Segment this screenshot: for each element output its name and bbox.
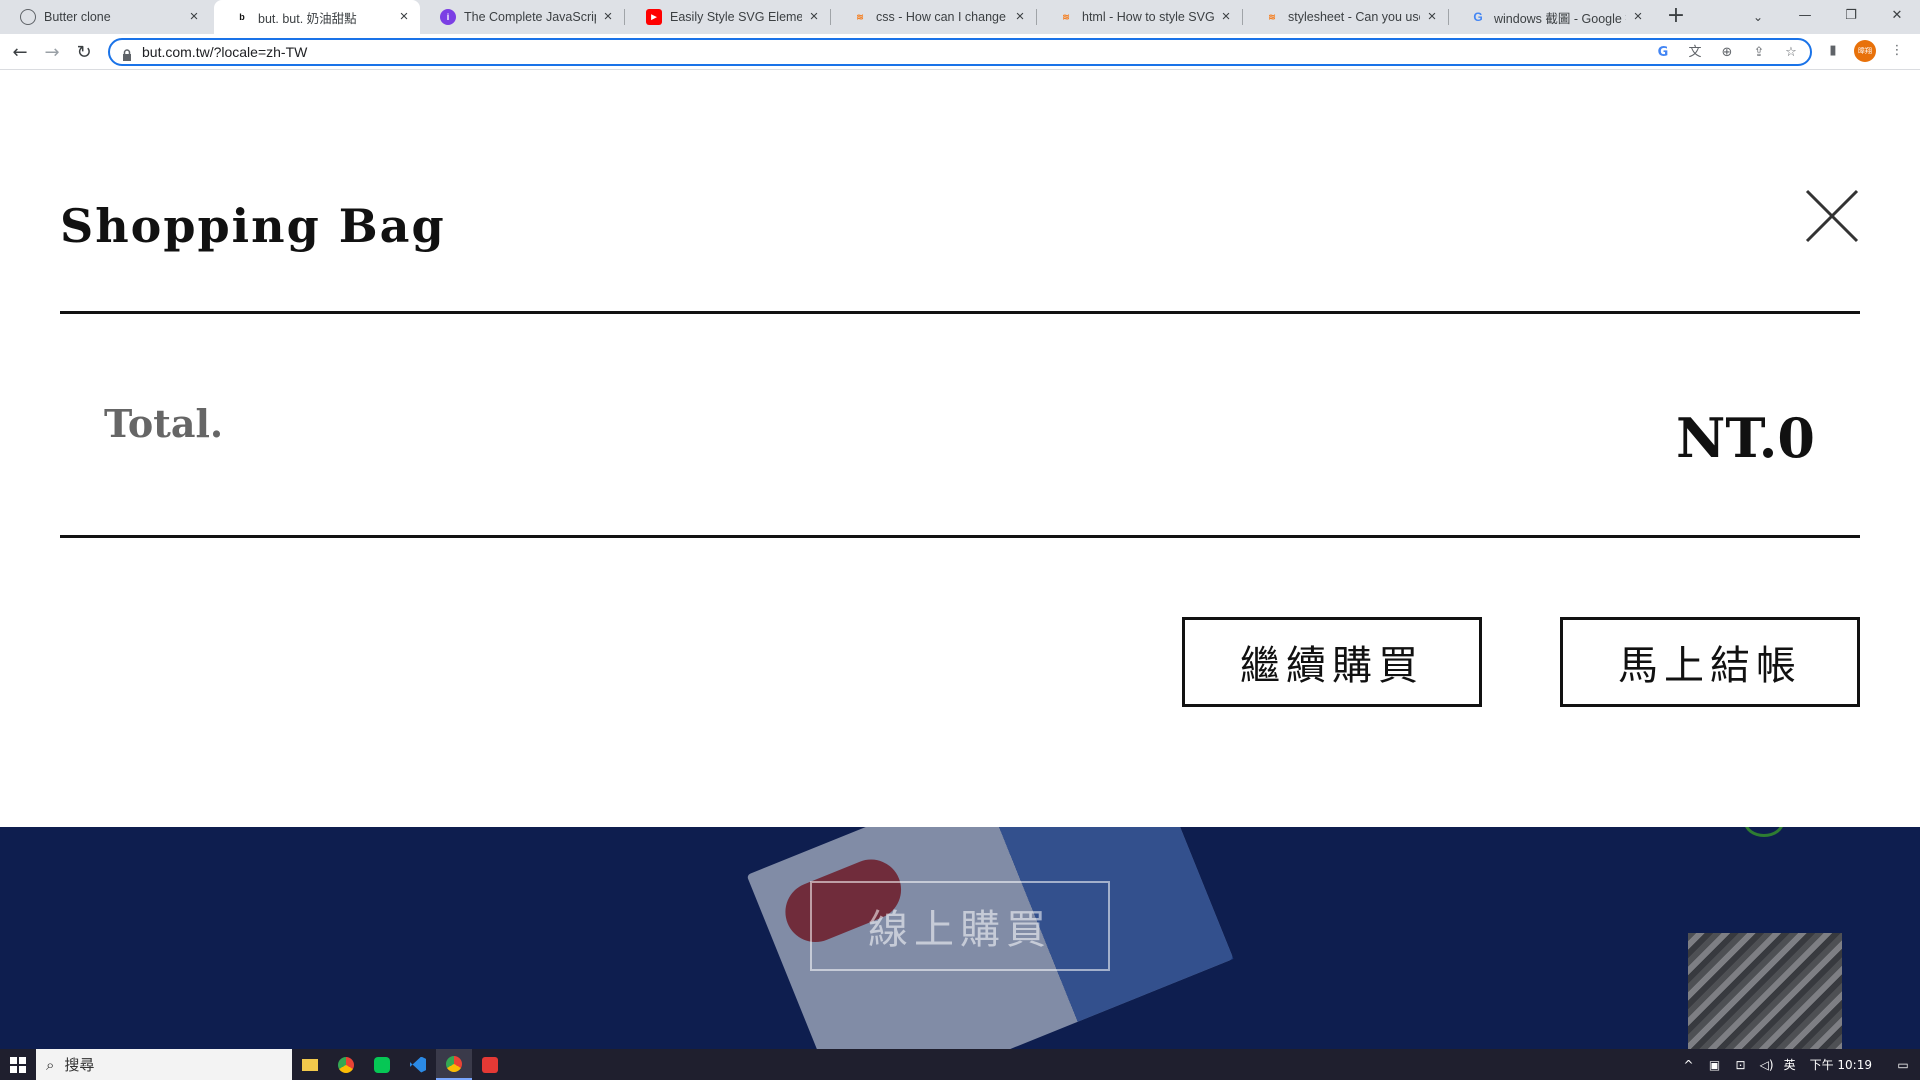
globe-icon bbox=[20, 9, 36, 25]
profile-avatar[interactable]: 暐翔 bbox=[1854, 40, 1876, 62]
media-player-icon[interactable] bbox=[472, 1049, 508, 1080]
reload-icon[interactable]: ↻ bbox=[72, 40, 96, 64]
back-icon[interactable]: ← bbox=[8, 40, 32, 64]
share-icon[interactable]: ⇪ bbox=[1748, 42, 1770, 64]
tab-stackoverflow-3[interactable]: ≋ stylesheet - Can you use × bbox=[1244, 0, 1448, 34]
foil-thumbnail bbox=[1688, 933, 1842, 1049]
window-controls: — ❐ ✕ bbox=[1782, 0, 1920, 34]
divider bbox=[60, 535, 1860, 538]
clock[interactable]: 下午 10:19 bbox=[1810, 1056, 1872, 1073]
volume-icon[interactable]: ◁) bbox=[1758, 1058, 1776, 1072]
translate-icon[interactable]: 文 bbox=[1684, 42, 1706, 64]
tab-title: stylesheet - Can you use bbox=[1288, 10, 1420, 24]
youtube-icon: ▶ bbox=[646, 9, 662, 25]
close-icon[interactable]: × bbox=[396, 9, 412, 25]
tab-title: Butter clone bbox=[44, 10, 111, 24]
stackoverflow-icon: ≋ bbox=[856, 11, 864, 22]
tab-javascript-course[interactable]: i The Complete JavaScript × bbox=[420, 0, 624, 34]
address-bar[interactable]: but.com.tw/?locale=zh-TW G 文 ⊕ ⇪ ☆ bbox=[108, 38, 1812, 66]
system-tray: ^ ▣ ⊡ ◁) 英 下午 10:19 ▭ bbox=[1680, 1049, 1920, 1080]
tab-title: The Complete JavaScript bbox=[464, 10, 596, 24]
tab-butter-clone[interactable]: Butter clone × bbox=[0, 0, 210, 34]
lock-icon[interactable] bbox=[122, 46, 132, 61]
stackoverflow-icon: ≋ bbox=[1268, 11, 1276, 22]
menu-icon[interactable]: ⋮ bbox=[1886, 40, 1908, 62]
forward-icon[interactable]: → bbox=[40, 40, 64, 64]
close-icon[interactable] bbox=[1804, 188, 1860, 244]
continue-shopping-button[interactable]: 繼續購買 bbox=[1182, 617, 1482, 707]
tab-stackoverflow-2[interactable]: ≋ html - How to style SVG × bbox=[1038, 0, 1242, 34]
stackoverflow-icon: ≋ bbox=[1062, 11, 1070, 22]
start-button[interactable] bbox=[0, 1049, 36, 1080]
close-icon[interactable]: × bbox=[600, 9, 616, 25]
browser-toolbar: ← → ↻ but.com.tw/?locale=zh-TW G 文 ⊕ ⇪ ☆… bbox=[0, 34, 1920, 70]
checkout-button[interactable]: 馬上結帳 bbox=[1560, 617, 1860, 707]
course-icon: i bbox=[440, 9, 456, 25]
ime-indicator[interactable]: 英 bbox=[1784, 1056, 1796, 1073]
tab-strip: Butter clone × b but. but. 奶油甜點 × i The … bbox=[0, 0, 1920, 34]
close-icon[interactable]: × bbox=[1218, 9, 1234, 25]
tab-title: Easily Style SVG Elements bbox=[670, 10, 802, 24]
tab-google-search[interactable]: G windows 截圖 - Google 搜 × bbox=[1450, 0, 1654, 34]
vscode-icon[interactable] bbox=[400, 1049, 436, 1080]
close-icon[interactable]: × bbox=[1424, 9, 1440, 25]
drive-icon[interactable]: ▣ bbox=[1706, 1058, 1724, 1072]
close-icon[interactable]: × bbox=[806, 9, 822, 25]
shopping-bag-title: Shopping Bag bbox=[60, 199, 446, 253]
close-icon[interactable]: × bbox=[186, 9, 202, 25]
shopping-bag-modal: Shopping Bag Total. NT.0 繼續購買 馬上結帳 bbox=[0, 71, 1920, 827]
network-icon[interactable]: ⊡ bbox=[1732, 1058, 1750, 1072]
background-page: 線上購買 bbox=[0, 827, 1920, 1049]
url-text[interactable]: but.com.tw/?locale=zh-TW bbox=[142, 44, 307, 60]
close-window-icon[interactable]: ✕ bbox=[1874, 0, 1920, 30]
google-lens-icon[interactable]: G bbox=[1652, 42, 1674, 64]
tab-title: html - How to style SVG bbox=[1082, 10, 1214, 24]
but-logo-icon: b bbox=[239, 12, 245, 22]
total-label: Total. bbox=[104, 401, 224, 446]
buy-online-button[interactable]: 線上購買 bbox=[810, 881, 1110, 971]
close-icon[interactable]: × bbox=[1630, 9, 1646, 25]
tab-search-button[interactable]: ⌄ bbox=[1746, 5, 1770, 29]
tab-but-dessert[interactable]: b but. but. 奶油甜點 × bbox=[214, 0, 420, 34]
line-app-icon[interactable] bbox=[364, 1049, 400, 1080]
windows-logo-icon bbox=[10, 1056, 26, 1073]
tab-title: windows 截圖 - Google 搜 bbox=[1494, 11, 1626, 26]
decorative-ring bbox=[1744, 827, 1784, 837]
new-tab-button[interactable]: + bbox=[1664, 5, 1688, 29]
chrome-active-icon[interactable] bbox=[436, 1049, 472, 1080]
chevron-up-icon[interactable]: ^ bbox=[1680, 1058, 1698, 1072]
tab-youtube-svg[interactable]: ▶ Easily Style SVG Elements × bbox=[626, 0, 830, 34]
close-icon[interactable]: × bbox=[1012, 9, 1028, 25]
notification-icon[interactable]: ▭ bbox=[1894, 1058, 1912, 1072]
side-panel-icon[interactable]: ▮ bbox=[1822, 40, 1844, 62]
google-icon: G bbox=[1473, 10, 1483, 24]
total-value: NT.0 bbox=[1676, 406, 1815, 470]
chrome-icon[interactable] bbox=[328, 1049, 364, 1080]
divider bbox=[60, 311, 1860, 314]
restore-icon[interactable]: ❐ bbox=[1828, 0, 1874, 30]
search-icon: ⌕ bbox=[46, 1055, 55, 1074]
file-explorer-icon[interactable] bbox=[292, 1049, 328, 1080]
search-placeholder: 搜尋 bbox=[64, 1056, 95, 1074]
tab-stackoverflow-1[interactable]: ≋ css - How can I change th × bbox=[832, 0, 1036, 34]
tab-title: but. but. 奶油甜點 bbox=[258, 11, 357, 26]
taskbar-search[interactable]: ⌕ 搜尋 bbox=[36, 1049, 292, 1080]
bookmark-star-icon[interactable]: ☆ bbox=[1780, 42, 1802, 64]
zoom-icon[interactable]: ⊕ bbox=[1716, 42, 1738, 64]
windows-taskbar: ⌕ 搜尋 ^ ▣ ⊡ ◁) 英 下午 10:19 ▭ bbox=[0, 1049, 1920, 1080]
tab-title: css - How can I change th bbox=[876, 10, 1008, 24]
minimize-icon[interactable]: — bbox=[1782, 0, 1828, 30]
